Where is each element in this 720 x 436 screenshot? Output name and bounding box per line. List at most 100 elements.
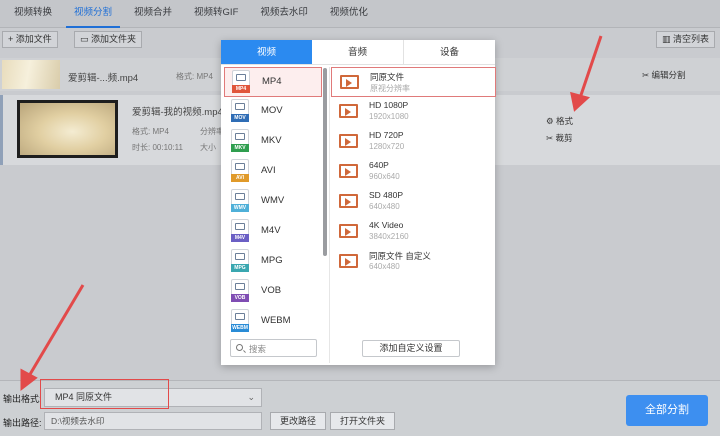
format-name: MPG <box>261 255 283 266</box>
video-preset-icon <box>339 134 358 148</box>
format-item[interactable]: MPG MPG <box>224 247 322 277</box>
preset-name: 同原文件 自定义 <box>369 251 431 261</box>
cut-button[interactable]: ✂ 裁剪 <box>546 132 573 144</box>
preset-detail: 640x480 <box>369 202 400 211</box>
video-preset-icon <box>339 104 358 118</box>
folder-icon: ▭ <box>80 34 92 44</box>
format-item[interactable]: WEBM WEBM <box>224 307 322 334</box>
tab-video-split[interactable]: 视频分割 <box>66 0 121 28</box>
format-button[interactable]: ⚙ 格式 <box>546 115 573 127</box>
format-item[interactable]: MP4 MP4 <box>224 67 322 97</box>
add-folder-button[interactable]: ▭ 添加文件夹 <box>74 31 143 48</box>
format-name: WEBM <box>261 315 291 326</box>
search-icon <box>236 344 243 351</box>
video-preset-icon <box>339 224 358 238</box>
output-path-input[interactable]: D:\视频去水印 <box>44 412 262 430</box>
format-item[interactable]: WMV WMV <box>224 187 322 217</box>
video-thumbnail <box>17 100 118 158</box>
format-name: MKV <box>261 135 282 146</box>
tab-video-merge[interactable]: 视频合并 <box>126 0 180 28</box>
video-file-icon: MP4 <box>232 70 250 93</box>
format-badge: VOB <box>231 294 249 302</box>
preset-name: 640P <box>369 160 389 170</box>
tab-device[interactable]: 设备 <box>404 40 495 64</box>
preset-name: SD 480P <box>369 190 404 200</box>
search-placeholder: 搜索 <box>249 344 267 354</box>
preset-item[interactable]: 4K Video 3840x2160 <box>331 217 495 247</box>
tab-video-optimize[interactable]: 视频优化 <box>322 0 376 28</box>
gear-icon: ⚙ <box>546 116 556 126</box>
search-input[interactable]: 搜索 <box>230 339 317 357</box>
format-item[interactable]: M4V M4V <box>224 217 322 247</box>
tab-video-convert[interactable]: 视频转换 <box>6 0 60 28</box>
format-item[interactable]: AVI AVI <box>224 157 322 187</box>
preset-detail: 960x640 <box>369 172 400 181</box>
divider <box>329 67 330 363</box>
edit-split-button[interactable]: ✂ 编辑分割 <box>642 69 686 81</box>
preset-list: 同原文件 原视分辨率 HD 1080P 1920x1080 HD 720P 1280x72… <box>331 67 496 277</box>
preset-detail: 3840x2160 <box>369 232 409 241</box>
output-path-label: 输出路径: <box>3 418 42 428</box>
format-name: AVI <box>261 165 276 176</box>
preset-item[interactable]: SD 480P 640x480 <box>331 187 495 217</box>
preset-item[interactable]: 同原文件 原视分辨率 <box>331 67 496 97</box>
trash-icon: ▥ <box>662 34 674 44</box>
file-name: 爱剪辑-...频.mp4 <box>68 73 139 84</box>
preset-detail: 640x480 <box>369 262 400 271</box>
main-tabs: 视频转换 视频分割 视频合并 视频转GIF 视频去水印 视频优化 <box>0 0 720 28</box>
video-file-icon: MPG <box>231 249 249 272</box>
popup-tabs: 视频 音频 设备 <box>221 40 495 65</box>
add-custom-settings-button[interactable]: 添加自定义设置 <box>362 340 460 357</box>
output-format-label: 输出格式: <box>3 394 42 404</box>
arrow-to-output-format <box>27 284 85 377</box>
format-name: MP4 <box>262 76 282 87</box>
tab-remove-watermark[interactable]: 视频去水印 <box>252 0 316 28</box>
preset-item[interactable]: 640P 960x640 <box>331 157 495 187</box>
plus-icon: + <box>8 34 16 44</box>
video-preset-icon <box>339 194 358 208</box>
file-duration: 时长: 00:10:11 <box>132 143 183 152</box>
add-file-button[interactable]: + 添加文件 <box>2 31 58 48</box>
video-file-icon: MKV <box>231 129 249 152</box>
video-file-icon: M4V <box>231 219 249 242</box>
preset-name: HD 720P <box>369 130 404 140</box>
file-format: 格式: MP4 <box>132 127 169 136</box>
format-list: MP4 MP4 MOV MOV MKV MKV AVI AVI WMV WMV M4V M4V MPG M… <box>224 67 322 334</box>
format-name: WMV <box>261 195 285 206</box>
clear-list-button[interactable]: ▥ 清空列表 <box>656 31 716 48</box>
preset-item[interactable]: HD 1080P 1920x1080 <box>331 97 495 127</box>
tab-video[interactable]: 视频 <box>221 40 312 64</box>
change-path-button[interactable]: 更改路径 <box>270 412 327 430</box>
open-folder-button[interactable]: 打开文件夹 <box>330 412 396 430</box>
selection-bar <box>0 95 3 165</box>
file-name: 爱剪辑-我的视频.mp4 <box>132 107 223 118</box>
split-all-button[interactable]: 全部分割 <box>626 395 708 426</box>
scrollbar[interactable] <box>323 68 327 256</box>
format-item[interactable]: MOV MOV <box>224 97 322 127</box>
tab-video-to-gif[interactable]: 视频转GIF <box>186 0 246 28</box>
format-popup: 视频 音频 设备 MP4 MP4 MOV MOV MKV MKV AVI AVI WMV WMV M… <box>221 40 496 365</box>
format-badge: MPG <box>231 264 249 272</box>
format-name: MOV <box>261 105 283 116</box>
preset-detail: 原视分辨率 <box>370 84 410 93</box>
format-badge: M4V <box>231 234 249 242</box>
video-file-icon: VOB <box>231 279 249 302</box>
format-item[interactable]: VOB VOB <box>224 277 322 307</box>
format-name: M4V <box>261 225 281 236</box>
preset-item[interactable]: HD 720P 1280x720 <box>331 127 495 157</box>
tab-audio[interactable]: 音频 <box>312 40 404 64</box>
chevron-down-icon: ⌄ <box>247 392 255 402</box>
video-file-icon: WEBM <box>231 309 249 332</box>
format-name: VOB <box>261 285 282 296</box>
preset-name: HD 1080P <box>369 100 409 110</box>
format-badge: MOV <box>231 114 249 122</box>
preset-detail: 1920x1080 <box>369 112 409 121</box>
format-badge: MP4 <box>232 85 250 93</box>
format-badge: MKV <box>231 144 249 152</box>
annotation-box <box>40 379 169 409</box>
format-item[interactable]: MKV MKV <box>224 127 322 157</box>
video-preset-icon <box>339 164 358 178</box>
video-preset-icon <box>340 75 359 89</box>
preset-item[interactable]: 同原文件 自定义 640x480 <box>331 247 495 277</box>
video-file-icon: MOV <box>231 99 249 122</box>
